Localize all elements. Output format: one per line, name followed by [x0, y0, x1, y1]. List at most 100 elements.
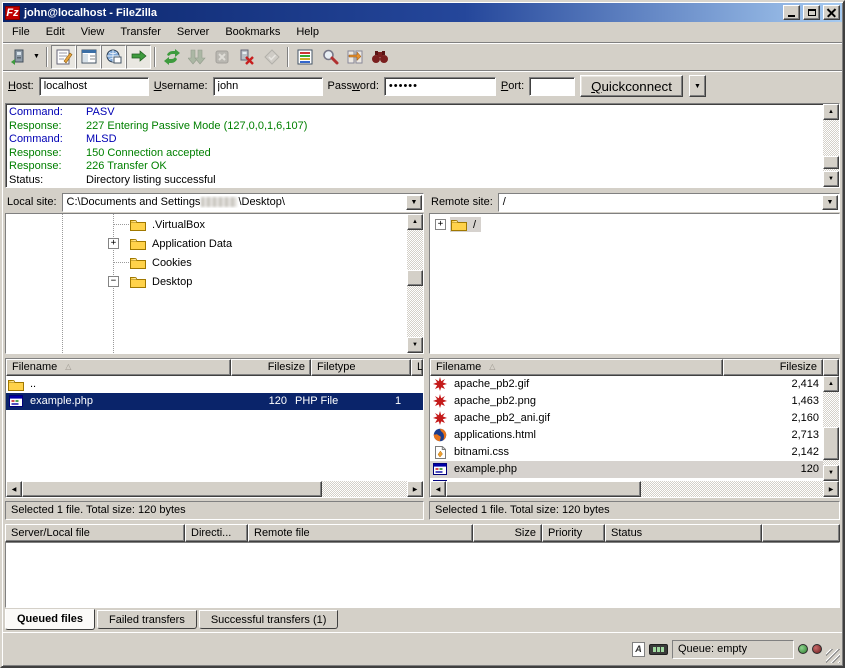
local-path-combobox[interactable]: C:\Documents and Settings\Desktop\ ▼ [62, 193, 424, 212]
menu-bookmarks[interactable]: Bookmarks [217, 23, 288, 41]
toggle-remote-tree-button[interactable] [101, 45, 126, 69]
column-header-last-modified[interactable]: L [411, 359, 423, 376]
directory-comparison-button[interactable] [342, 45, 367, 69]
local-tree-scrollbar[interactable]: ▲ ▼ [407, 214, 423, 353]
password-input[interactable] [384, 77, 496, 96]
local-horizontal-scrollbar[interactable]: ◀ ▶ [6, 481, 423, 497]
directory-listing-filters-button[interactable] [292, 45, 317, 69]
remote-pane: Remote site: / ▼ + / [429, 192, 840, 520]
title-bar[interactable]: Fz john@localhost - FileZilla [3, 3, 842, 22]
resize-grip-icon[interactable] [826, 649, 840, 663]
menu-edit[interactable]: Edit [38, 23, 73, 41]
menu-view[interactable]: View [73, 23, 113, 41]
column-header-direction[interactable]: Directi... [185, 524, 248, 542]
host-input[interactable] [39, 77, 149, 96]
column-header-status[interactable]: Status [605, 524, 762, 542]
column-header-stub [762, 524, 840, 542]
file-row[interactable]: apache_pb2_ani.gif 2,160 [430, 410, 823, 427]
remote-vertical-scrollbar[interactable]: ▲ ▼ [823, 376, 839, 482]
menu-transfer[interactable]: Transfer [112, 23, 169, 41]
tab-successful-transfers[interactable]: Successful transfers (1) [199, 610, 339, 629]
scroll-down-button[interactable]: ▼ [823, 465, 839, 481]
file-row[interactable]: applications.html 2,713 [430, 427, 823, 444]
column-header-priority[interactable]: Priority [542, 524, 605, 542]
file-row[interactable]: apache_pb2.gif 2,414 [430, 376, 823, 393]
minimize-button[interactable] [783, 5, 800, 20]
transfer-type-ascii-icon[interactable]: A [632, 642, 645, 657]
quickconnect-button[interactable]: Quickconnect [580, 75, 683, 97]
file-search-button[interactable] [317, 45, 342, 69]
toolbar-separator [287, 47, 289, 67]
maximize-button[interactable] [803, 5, 820, 20]
remote-path-dropdown-button[interactable]: ▼ [822, 195, 838, 210]
scroll-left-button[interactable]: ◀ [6, 481, 22, 497]
tree-item-cookies[interactable]: Cookies [6, 253, 407, 272]
scroll-up-button[interactable]: ▲ [407, 214, 423, 230]
local-path-dropdown-button[interactable]: ▼ [406, 195, 422, 210]
scroll-right-button[interactable]: ▶ [823, 481, 839, 497]
remote-path-combobox[interactable]: / ▼ [498, 193, 840, 212]
column-header-filetype[interactable]: Filetype [311, 359, 411, 376]
scroll-up-button[interactable]: ▲ [823, 376, 839, 392]
column-header-filesize[interactable]: Filesize [231, 359, 311, 376]
scroll-right-button[interactable]: ▶ [407, 481, 423, 497]
toggle-transfer-queue-button[interactable] [126, 45, 151, 69]
synchronized-browsing-button[interactable] [367, 45, 392, 69]
menu-help[interactable]: Help [288, 23, 327, 41]
file-row[interactable]: bitnami.css 2,142 [430, 444, 823, 461]
log-vertical-scrollbar[interactable]: ▲ ▼ [823, 104, 839, 187]
remote-site-label: Remote site: [429, 196, 498, 208]
disconnect-button[interactable] [234, 45, 259, 69]
file-row-example-php[interactable]: example.php 120 PHP File 1 [6, 393, 423, 410]
toolbar-separator [46, 47, 48, 67]
broken-image-icon [433, 377, 447, 391]
toggle-local-tree-button[interactable] [76, 45, 101, 69]
refresh-button[interactable] [159, 45, 184, 69]
menu-server[interactable]: Server [169, 23, 217, 41]
expand-icon[interactable]: + [108, 238, 119, 249]
remote-horizontal-scrollbar[interactable]: ◀ ▶ [430, 481, 839, 497]
quickconnect-dropdown-button[interactable]: ▼ [689, 75, 706, 97]
site-manager-dropdown-button[interactable]: ▼ [30, 46, 43, 68]
column-header-filename[interactable]: Filename△ [6, 359, 231, 376]
queue-list-empty[interactable] [5, 542, 840, 608]
scrollbar-thumb[interactable] [823, 427, 839, 460]
column-header-server-local-file[interactable]: Server/Local file [5, 524, 185, 542]
tree-item-virtualbox[interactable]: .VirtualBox [6, 215, 407, 234]
cancel-operation-button[interactable] [209, 45, 234, 69]
scrollbar-thumb[interactable] [823, 156, 839, 169]
column-header-filename[interactable]: Filename△ [430, 359, 723, 376]
speed-limits-icon[interactable] [649, 644, 668, 655]
file-row[interactable]: apache_pb2.png 1,463 [430, 393, 823, 410]
site-manager-button[interactable] [5, 45, 30, 69]
process-queue-button[interactable] [184, 45, 209, 69]
toggle-message-log-button[interactable] [51, 45, 76, 69]
tab-failed-transfers[interactable]: Failed transfers [97, 610, 197, 629]
file-row-selected[interactable]: example.php 120 [430, 461, 823, 478]
username-input[interactable] [213, 77, 323, 96]
close-button[interactable] [823, 5, 840, 20]
scrollbar-thumb[interactable] [22, 481, 322, 497]
column-header-size[interactable]: Size [473, 524, 542, 542]
file-row-parent-dir[interactable]: .. [6, 376, 423, 393]
port-input[interactable] [529, 77, 575, 96]
menu-file[interactable]: File [4, 23, 38, 41]
tree-item-application-data[interactable]: + Application Data [6, 234, 407, 253]
reconnect-button[interactable] [259, 45, 284, 69]
collapse-icon[interactable]: − [108, 276, 119, 287]
scrollbar-thumb[interactable] [407, 270, 423, 286]
tab-queued-files[interactable]: Queued files [5, 609, 95, 630]
browser-panes: Local site: C:\Documents and Settings\De… [3, 189, 842, 520]
column-header-filesize[interactable]: Filesize [723, 359, 823, 376]
scroll-down-button[interactable]: ▼ [823, 171, 839, 187]
queue-tabs: Queued files Failed transfers Successful… [3, 608, 842, 632]
expand-icon[interactable]: + [435, 219, 446, 230]
scrollbar-thumb[interactable] [446, 481, 641, 497]
tree-item-desktop[interactable]: − Desktop [6, 272, 407, 291]
tree-item-root[interactable]: + / [430, 215, 839, 234]
scroll-down-button[interactable]: ▼ [407, 337, 423, 353]
message-log-icon [55, 48, 73, 66]
column-header-remote-file[interactable]: Remote file [248, 524, 473, 542]
scroll-up-button[interactable]: ▲ [823, 104, 839, 120]
scroll-left-button[interactable]: ◀ [430, 481, 446, 497]
